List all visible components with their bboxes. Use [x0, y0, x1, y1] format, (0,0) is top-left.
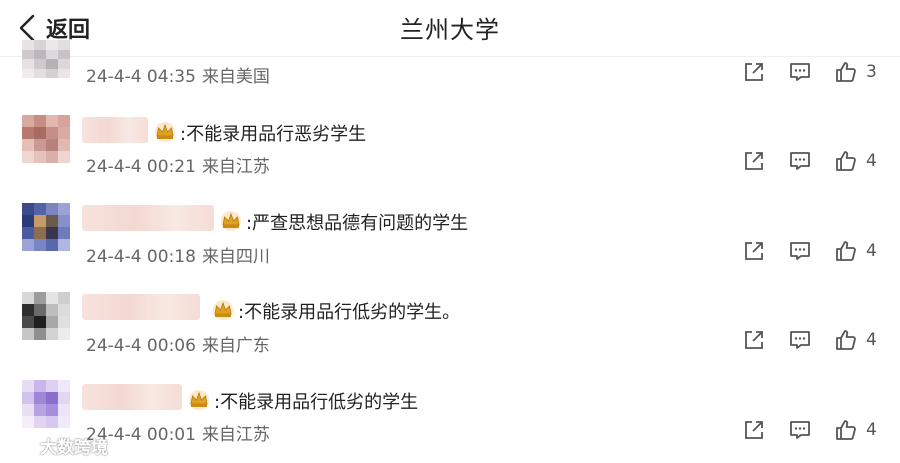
- like-icon: [836, 151, 856, 171]
- comment-button[interactable]: [788, 60, 812, 84]
- share-icon: [745, 63, 763, 81]
- comment-actions: 4: [742, 149, 877, 173]
- like-count: 3: [866, 62, 877, 82]
- crown-badge-icon: [155, 122, 175, 142]
- comment-location: 来自四川: [201, 247, 270, 267]
- watermark: 大数跨境: [6, 432, 108, 458]
- comment-actions: 4: [742, 418, 877, 442]
- avatar[interactable]: [22, 115, 70, 163]
- comment-actions: 3: [742, 60, 877, 84]
- like-count: 4: [866, 241, 877, 261]
- username-redacted[interactable]: [82, 384, 182, 410]
- avatar[interactable]: [22, 380, 70, 428]
- share-button[interactable]: [742, 328, 766, 352]
- comment-text: :不能录用品行恶劣学生: [180, 124, 367, 145]
- username-redacted[interactable]: [82, 117, 148, 143]
- like-icon: [836, 420, 856, 440]
- comment-actions: 4: [742, 239, 877, 263]
- like-button[interactable]: 4: [834, 239, 877, 263]
- watermark-text: 大数跨境: [40, 437, 108, 458]
- comment-icon: [790, 63, 810, 81]
- comment-location: 来自江苏: [201, 425, 270, 445]
- comment-meta: 24-4-4 00:18 来自四川: [86, 242, 270, 267]
- comment-date: 24-4-4 00:21: [86, 157, 196, 177]
- comment-date: 24-4-4 04:35: [86, 67, 196, 87]
- comment-date: 24-4-4 00:06: [86, 336, 196, 356]
- comment-button[interactable]: [788, 149, 812, 173]
- share-button[interactable]: [742, 418, 766, 442]
- comment-actions: 4: [742, 328, 877, 352]
- crown-badge-icon: [213, 300, 233, 320]
- comment-button[interactable]: [788, 239, 812, 263]
- like-count: 4: [866, 151, 877, 171]
- comment-meta: 24-4-4 04:35 来自美国: [86, 62, 270, 87]
- comment-icon: [790, 242, 810, 260]
- share-icon: [745, 331, 763, 349]
- top-nav-bar: 返回 兰州大学: [0, 0, 900, 57]
- comment-text: :不能录用品行低劣的学生。: [238, 302, 461, 323]
- avatar[interactable]: [22, 203, 70, 251]
- share-icon: [745, 152, 763, 170]
- like-icon: [836, 241, 856, 261]
- comment-icon: [790, 331, 810, 349]
- username-redacted[interactable]: [82, 294, 200, 320]
- like-button[interactable]: 4: [834, 328, 877, 352]
- share-button[interactable]: [742, 60, 766, 84]
- comment-location: 来自广东: [201, 336, 270, 356]
- comment-icon: [790, 152, 810, 170]
- share-button[interactable]: [742, 239, 766, 263]
- comment-meta: 24-4-4 00:01 来自江苏: [86, 420, 270, 445]
- comment-text: :严查思想品德有问题的学生: [246, 213, 469, 234]
- share-icon: [745, 242, 763, 260]
- watermark-logo-icon: [6, 437, 35, 453]
- like-icon: [836, 62, 856, 82]
- comment-location: 来自江苏: [201, 157, 270, 177]
- comment-location: 来自美国: [201, 67, 270, 87]
- like-button[interactable]: 4: [834, 149, 877, 173]
- comment-text: :不能录用品行低劣的学生: [214, 392, 419, 413]
- avatar[interactable]: [22, 292, 70, 340]
- like-count: 4: [866, 420, 877, 440]
- crown-badge-icon: [221, 211, 241, 231]
- comment-date: 24-4-4 00:18: [86, 247, 196, 267]
- comment-meta: 24-4-4 00:21 来自江苏: [86, 152, 270, 177]
- like-button[interactable]: 4: [834, 418, 877, 442]
- like-count: 4: [866, 330, 877, 350]
- crown-badge-icon: [189, 390, 209, 410]
- comment-button[interactable]: [788, 418, 812, 442]
- like-icon: [836, 330, 856, 350]
- comment-button[interactable]: [788, 328, 812, 352]
- comment-meta: 24-4-4 00:06 来自广东: [86, 331, 270, 356]
- like-button[interactable]: 3: [834, 60, 877, 84]
- share-icon: [745, 421, 763, 439]
- comment-icon: [790, 421, 810, 439]
- page-title: 兰州大学: [400, 16, 500, 44]
- avatar[interactable]: [22, 40, 70, 78]
- username-redacted[interactable]: [82, 205, 214, 231]
- share-button[interactable]: [742, 149, 766, 173]
